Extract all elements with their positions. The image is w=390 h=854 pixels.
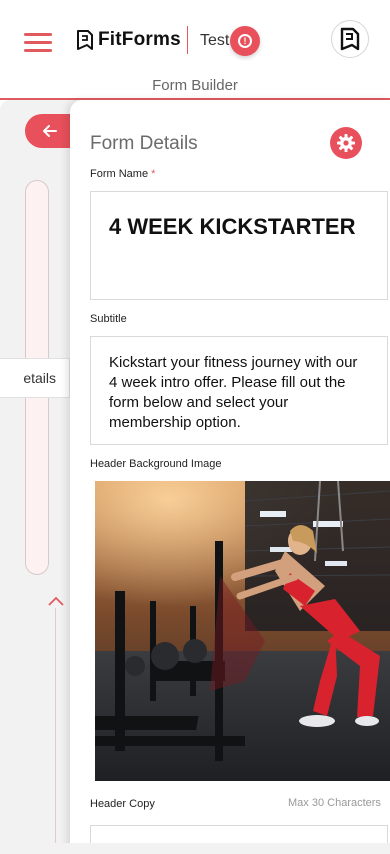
settings-button[interactable] [330,127,362,159]
header-image-label: Header Background Image [90,458,222,470]
account-button[interactable] [331,20,369,58]
form-name-value: 4 WEEK KICKSTARTER [109,214,356,239]
alert-icon[interactable]: ! [230,26,260,56]
section-tab-details[interactable]: etails [0,358,70,398]
gym-photo [95,481,390,781]
app-header: FitForms Test ! Form Builder [0,0,390,100]
hamburger-menu-icon[interactable] [24,33,52,53]
form-name-label: Form Name * [90,168,155,180]
header-copy-label: Header Copy [90,798,155,810]
card-title: Form Details [90,133,198,154]
arrow-left-icon [43,125,57,137]
required-marker: * [151,168,156,180]
fitforms-logo-icon [77,30,93,50]
bottom-edge [0,843,390,854]
subtitle-value: Kickstart your fitness journey with our … [109,354,358,431]
header-background-image[interactable] [95,481,390,781]
character-limit-hint: Max 30 Characters [288,797,381,809]
brand-name: FitForms [98,29,181,50]
form-name-label-text: Form Name [90,168,149,180]
section-connector-line [55,608,56,854]
gear-icon [337,134,355,152]
header-divider [187,26,188,54]
chevron-up-icon[interactable] [47,595,65,607]
account-name[interactable]: Test [200,32,229,50]
page-subtitle: Form Builder [152,77,238,94]
subtitle-label: Subtitle [90,313,127,325]
form-details-card: Form Details Form Name * 4 WEEK KICKSTAR… [70,100,390,854]
subtitle-input[interactable]: Kickstart your fitness journey with our … [90,336,388,445]
account-icon [340,27,360,51]
form-name-input[interactable]: 4 WEEK KICKSTARTER [90,191,388,300]
